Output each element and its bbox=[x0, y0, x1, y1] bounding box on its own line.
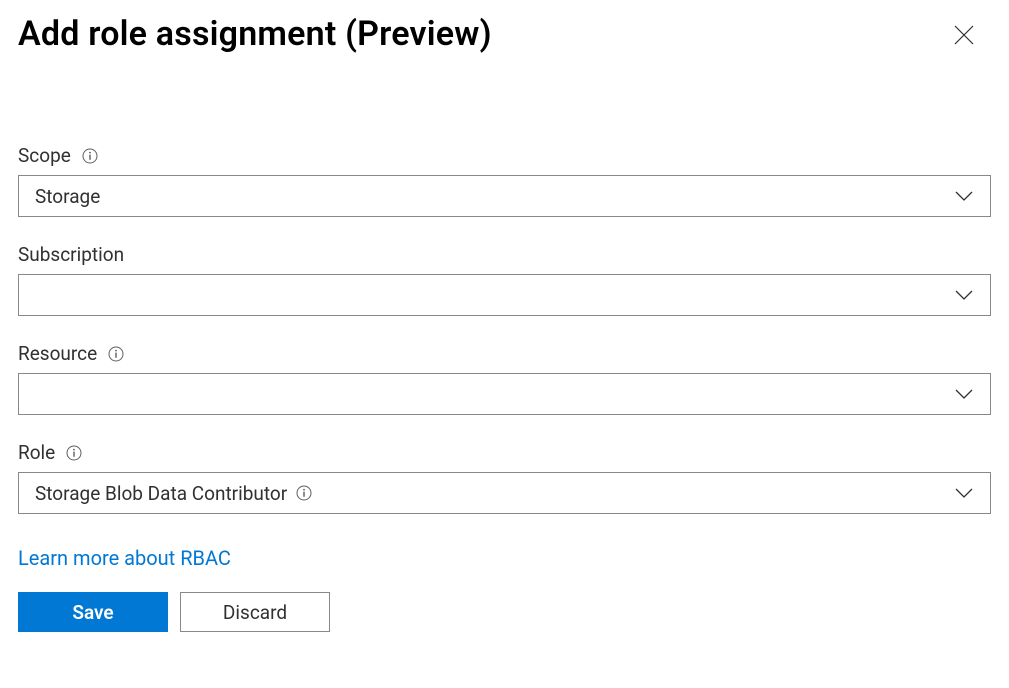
subscription-select[interactable] bbox=[18, 274, 991, 316]
chevron-down-icon bbox=[954, 487, 974, 499]
scope-select[interactable]: Storage bbox=[18, 175, 991, 217]
role-assignment-form: Scope Storage Subscription bbox=[18, 144, 991, 632]
field-label-row: Scope bbox=[18, 144, 991, 167]
resource-label: Resource bbox=[18, 342, 97, 365]
chevron-down-icon bbox=[954, 190, 974, 202]
chevron-down-icon bbox=[954, 289, 974, 301]
role-select[interactable]: Storage Blob Data Contributor bbox=[18, 472, 991, 514]
learn-more-link[interactable]: Learn more about RBAC bbox=[18, 546, 231, 570]
chevron-down-icon bbox=[954, 388, 974, 400]
discard-button[interactable]: Discard bbox=[180, 592, 330, 632]
field-label-row: Subscription bbox=[18, 243, 991, 266]
role-label: Role bbox=[18, 441, 55, 464]
scope-value: Storage bbox=[35, 185, 100, 208]
field-label-row: Resource bbox=[18, 342, 991, 365]
info-icon[interactable] bbox=[295, 484, 313, 502]
field-role: Role Storage Blob Data Contributor bbox=[18, 441, 991, 514]
close-icon bbox=[953, 24, 975, 46]
info-icon[interactable] bbox=[107, 345, 125, 363]
info-icon[interactable] bbox=[65, 444, 83, 462]
field-label-row: Role bbox=[18, 441, 991, 464]
subscription-label: Subscription bbox=[18, 243, 124, 266]
close-button[interactable] bbox=[947, 18, 981, 52]
scope-label: Scope bbox=[18, 144, 71, 167]
resource-select[interactable] bbox=[18, 373, 991, 415]
action-row: Save Discard bbox=[18, 592, 991, 632]
role-value: Storage Blob Data Contributor bbox=[35, 482, 287, 505]
panel-header: Add role assignment (Preview) bbox=[18, 14, 991, 54]
field-scope: Scope Storage bbox=[18, 144, 991, 217]
field-resource: Resource bbox=[18, 342, 991, 415]
info-icon[interactable] bbox=[81, 147, 99, 165]
field-subscription: Subscription bbox=[18, 243, 991, 316]
save-button[interactable]: Save bbox=[18, 592, 168, 632]
panel-title: Add role assignment (Preview) bbox=[18, 14, 492, 54]
